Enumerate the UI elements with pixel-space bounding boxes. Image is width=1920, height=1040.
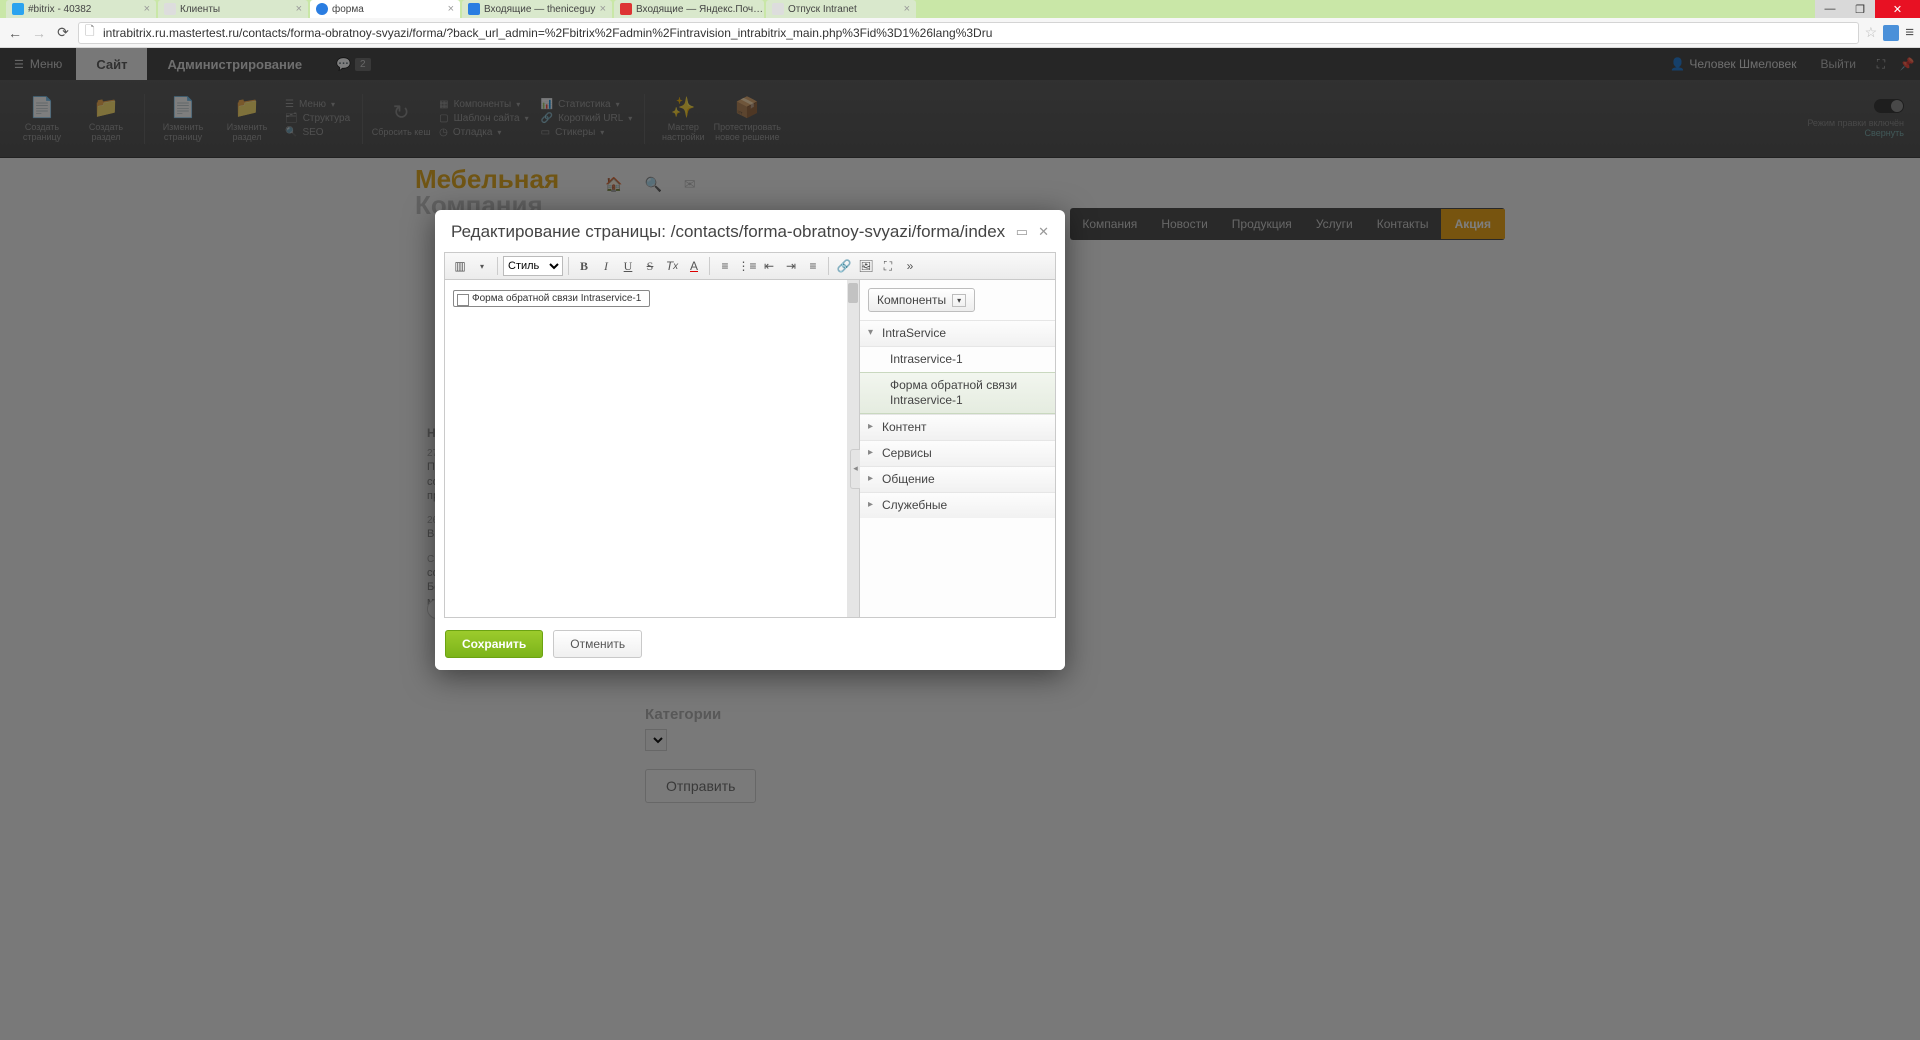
browser-tab[interactable]: Клиенты ×: [158, 0, 308, 18]
modal-footer: Сохранить Отменить: [435, 618, 1065, 670]
chrome-menu-icon[interactable]: ≡: [1905, 24, 1914, 41]
url-input[interactable]: 🗋 intrabitrix.ru.mastertest.ru/contacts/…: [78, 22, 1859, 44]
bold-icon[interactable]: B: [574, 256, 594, 276]
favicon-icon: [772, 3, 784, 15]
indent-icon[interactable]: ⇥: [781, 256, 801, 276]
align-icon[interactable]: ≡: [803, 256, 823, 276]
more-tools-icon[interactable]: »: [900, 256, 920, 276]
tab-close-icon[interactable]: ×: [597, 3, 606, 15]
nav-reload-icon[interactable]: ⟳: [54, 24, 72, 42]
browser-tab[interactable]: Отпуск Intranet ×: [766, 0, 916, 18]
style-select[interactable]: Стиль: [503, 256, 563, 276]
components-dropdown-button[interactable]: Компоненты ▾: [868, 288, 975, 312]
save-button[interactable]: Сохранить: [445, 630, 543, 658]
tab-title: Входящие — Яндекс.Поч…: [636, 4, 763, 15]
url-text: intrabitrix.ru.mastertest.ru/contacts/fo…: [103, 26, 992, 40]
browser-tab[interactable]: Входящие — theniceguy ×: [462, 0, 612, 18]
nav-back-icon[interactable]: ←: [6, 24, 24, 42]
tree-item-intraservice1[interactable]: Intraservice-1: [860, 346, 1055, 372]
browser-tab-bar: #bitrix - 40382 × Клиенты × форма × Вход…: [0, 0, 1920, 18]
tab-close-icon[interactable]: ×: [293, 3, 302, 15]
tab-title: #bitrix - 40382: [28, 4, 91, 15]
modal-close-icon[interactable]: ✕: [1038, 224, 1049, 240]
strike-icon[interactable]: S: [640, 256, 660, 276]
favicon-icon: [12, 3, 24, 15]
browser-tab[interactable]: #bitrix - 40382 ×: [6, 0, 156, 18]
tab-close-icon[interactable]: ×: [901, 3, 910, 15]
unordered-list-icon[interactable]: ⋮≡: [737, 256, 757, 276]
italic-icon[interactable]: I: [596, 256, 616, 276]
page-editor-modal: Редактирование страницы: /contacts/forma…: [435, 210, 1065, 670]
editor-canvas[interactable]: Форма обратной связи Intraservice-1: [445, 280, 859, 617]
ordered-list-icon[interactable]: ≡: [715, 256, 735, 276]
tree-group-intraservice[interactable]: IntraService: [860, 320, 1055, 346]
tab-title: Отпуск Intranet: [788, 4, 857, 15]
window-minimize-button[interactable]: —: [1815, 0, 1845, 18]
tab-title: Входящие — theniceguy: [484, 4, 595, 15]
modal-title-path: /contacts/forma-obratnoy-svyazi/forma/in…: [671, 222, 1006, 241]
fullscreen-editor-icon[interactable]: ⛶: [878, 256, 898, 276]
image-icon[interactable]: 🖼: [856, 256, 876, 276]
split-view-icon[interactable]: ▥: [450, 256, 470, 276]
tree-group-content[interactable]: Контент: [860, 414, 1055, 440]
favicon-icon: [316, 3, 328, 15]
tree-group-social[interactable]: Общение: [860, 466, 1055, 492]
window-maximize-button[interactable]: ❐: [1845, 0, 1875, 18]
address-bar: ← → ⟳ 🗋 intrabitrix.ru.mastertest.ru/con…: [0, 18, 1920, 48]
tab-title: форма: [332, 4, 364, 15]
tree-group-services[interactable]: Сервисы: [860, 440, 1055, 466]
favicon-icon: [620, 3, 632, 15]
text-color-icon[interactable]: A: [684, 256, 704, 276]
nav-forward-icon[interactable]: →: [30, 24, 48, 42]
underline-icon[interactable]: U: [618, 256, 638, 276]
panel-collapse-handle[interactable]: ◂: [850, 449, 860, 489]
modal-title-prefix: Редактирование страницы:: [451, 222, 671, 241]
link-icon[interactable]: 🔗: [834, 256, 854, 276]
page-icon: 🗋: [85, 22, 99, 43]
tab-close-icon[interactable]: ×: [763, 3, 764, 15]
editor-toolbar: ▥ ▾ Стиль B I U S Tx A ≡ ⋮≡ ⇤ ⇥ ≡ 🔗 🖼 ⛶ …: [444, 252, 1056, 280]
component-placeholder[interactable]: Форма обратной связи Intraservice-1: [453, 290, 650, 307]
browser-tab[interactable]: Входящие — Яндекс.Поч… ×: [614, 0, 764, 18]
favicon-icon: [468, 3, 480, 15]
outdent-icon[interactable]: ⇤: [759, 256, 779, 276]
modal-titlebar: Редактирование страницы: /contacts/forma…: [435, 210, 1065, 252]
favicon-icon: [164, 3, 176, 15]
chevron-down-icon: ▾: [952, 294, 966, 307]
clear-format-icon[interactable]: Tx: [662, 256, 682, 276]
components-panel: ◂ Компоненты ▾ IntraService Intraservice…: [859, 280, 1055, 617]
window-close-button[interactable]: ✕: [1875, 0, 1920, 18]
modal-maximize-icon[interactable]: ▭: [1016, 224, 1028, 240]
tab-close-icon[interactable]: ×: [141, 3, 150, 15]
bookmark-star-icon[interactable]: ☆: [1865, 24, 1878, 41]
tab-title: Клиенты: [180, 4, 220, 15]
browser-tab-active[interactable]: форма ×: [310, 0, 460, 18]
tree-item-feedback-form[interactable]: Форма обратной связи Intraservice-1: [860, 372, 1055, 414]
extension-icon[interactable]: [1883, 25, 1899, 41]
split-dropdown-icon[interactable]: ▾: [472, 256, 492, 276]
tab-close-icon[interactable]: ×: [445, 3, 454, 15]
tree-group-system[interactable]: Служебные: [860, 492, 1055, 518]
cancel-button[interactable]: Отменить: [553, 630, 642, 658]
